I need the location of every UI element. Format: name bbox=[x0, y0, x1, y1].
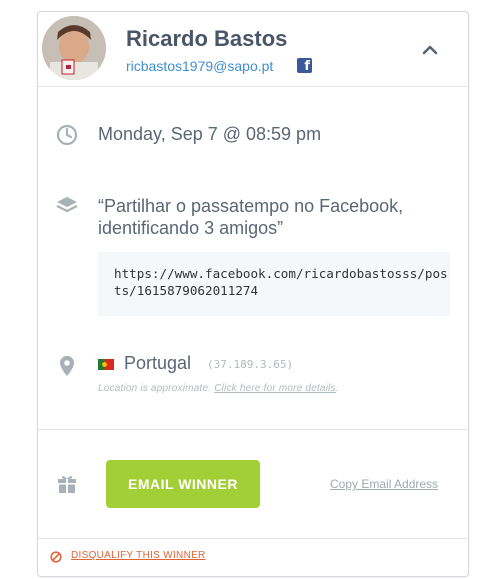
clock-icon bbox=[56, 124, 78, 151]
winner-name: Ricardo Bastos bbox=[126, 26, 288, 51]
map-pin-icon bbox=[59, 355, 75, 382]
location-note-suffix: . bbox=[335, 383, 339, 394]
gift-icon bbox=[57, 474, 77, 499]
ban-icon bbox=[50, 550, 62, 568]
location-note: Location is approximate. Click here for … bbox=[98, 383, 339, 394]
winner-header: Ricardo Bastos ricbastos1979@sapo.pt f bbox=[38, 12, 468, 87]
location-country: Portugal bbox=[124, 353, 192, 373]
disqualify-winner-link[interactable]: DISQUALIFY THIS WINNER bbox=[71, 550, 206, 561]
copy-email-link[interactable]: Copy Email Address bbox=[330, 477, 438, 491]
section-divider bbox=[38, 429, 468, 430]
winner-card: Ricardo Bastos ricbastos1979@sapo.pt f M… bbox=[37, 11, 469, 577]
entry-action-text: “Partilhar o passatempo no Facebook, ide… bbox=[98, 196, 404, 238]
portugal-flag-icon bbox=[98, 357, 114, 370]
location-note-text: Location is approximate. bbox=[98, 383, 212, 394]
winner-email-link[interactable]: ricbastos1979@sapo.pt bbox=[126, 58, 273, 74]
layers-icon bbox=[56, 195, 78, 222]
email-winner-button[interactable]: EMAIL WINNER bbox=[106, 460, 260, 508]
location-details-link[interactable]: Click here for more details bbox=[214, 383, 336, 394]
entry-url-block: https://www.facebook.com/ricardobastosss… bbox=[98, 252, 450, 316]
entry-datetime: Monday, Sep 7 @ 08:59 pm bbox=[98, 124, 322, 144]
footer-divider bbox=[38, 538, 468, 539]
avatar bbox=[42, 16, 106, 80]
facebook-icon: f bbox=[297, 58, 312, 73]
location-ip: (37.189.3.65) bbox=[207, 358, 294, 371]
chevron-up-icon[interactable] bbox=[418, 40, 442, 60]
